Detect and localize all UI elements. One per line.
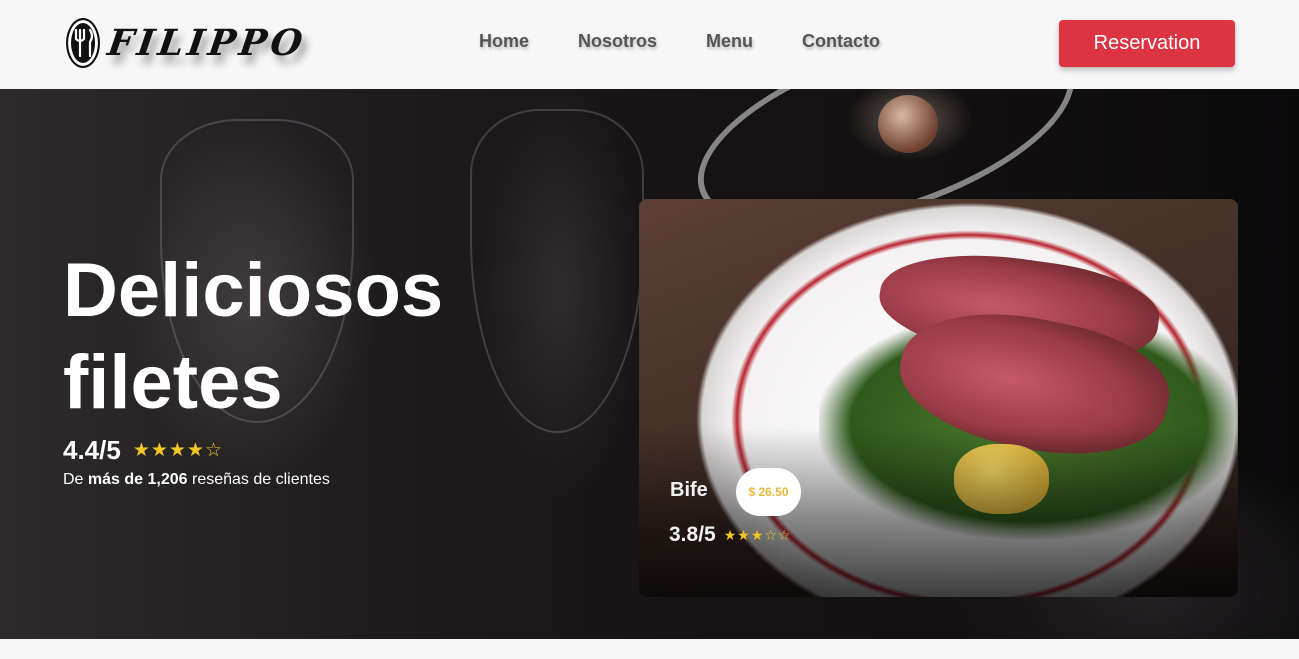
hero-rating-score: 4.4/5 — [63, 435, 121, 465]
reservation-button[interactable]: Reservation — [1059, 20, 1235, 67]
reviews-count: más de 1,206 — [87, 471, 188, 488]
nav-home[interactable]: Home — [479, 31, 529, 52]
hero-title-line1: Deliciosos — [63, 248, 444, 333]
background-lid-knob — [878, 95, 938, 153]
brand-logo[interactable]: FILIPPO — [66, 17, 309, 69]
hero-star-icons: ★★★★☆ — [132, 440, 223, 461]
nav-menu[interactable]: Menu — [706, 31, 753, 52]
reviews-prefix: De — [63, 471, 84, 488]
dish-rating-score: 3.8/5 — [669, 523, 716, 546]
featured-dish-card[interactable]: Bife $ 26.50 3.8/5 ★★★☆☆ — [639, 199, 1238, 597]
brand-name: FILIPPO — [104, 22, 309, 64]
hero-reviews-text: De más de 1,206 reseñas de clientes — [63, 471, 330, 489]
fork-knife-icon — [66, 18, 100, 68]
navbar: FILIPPO Home Nosotros Menu Contacto Rese… — [0, 0, 1299, 89]
hero-title-line2: filetes — [63, 340, 283, 425]
hero-title: Deliciosos filetes — [63, 245, 443, 429]
dish-rating: 3.8/5 ★★★☆☆ — [669, 523, 791, 547]
background-wine-glass — [470, 109, 644, 433]
dish-price-badge: $ 26.50 — [736, 468, 801, 516]
main-nav: Home Nosotros Menu Contacto — [479, 31, 929, 52]
nav-nosotros[interactable]: Nosotros — [578, 31, 657, 52]
hero-section: Deliciosos filetes 4.4/5 ★★★★☆ De más de… — [0, 89, 1299, 639]
nav-contacto[interactable]: Contacto — [802, 31, 880, 52]
dish-star-icons: ★★★☆☆ — [723, 526, 792, 543]
dish-name: Bife — [670, 479, 708, 501]
dish-image-shade — [639, 427, 1238, 597]
reviews-suffix: reseñas de clientes — [191, 471, 330, 488]
hero-rating: 4.4/5 ★★★★☆ — [63, 435, 223, 466]
